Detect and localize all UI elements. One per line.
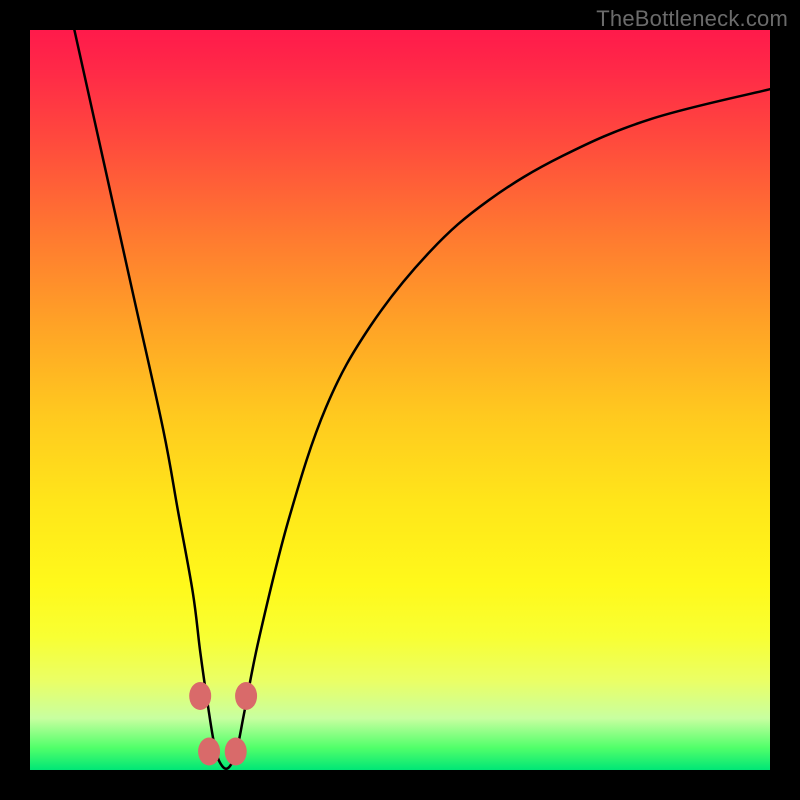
curve-marker xyxy=(189,682,211,710)
chart-plot-area xyxy=(30,30,770,770)
curve-markers xyxy=(189,682,257,766)
curve-marker xyxy=(198,738,220,766)
watermark-label: TheBottleneck.com xyxy=(596,6,788,32)
bottleneck-chart xyxy=(30,30,770,770)
curve-marker xyxy=(235,682,257,710)
curve-marker xyxy=(225,738,247,766)
bottleneck-curve xyxy=(74,30,770,769)
